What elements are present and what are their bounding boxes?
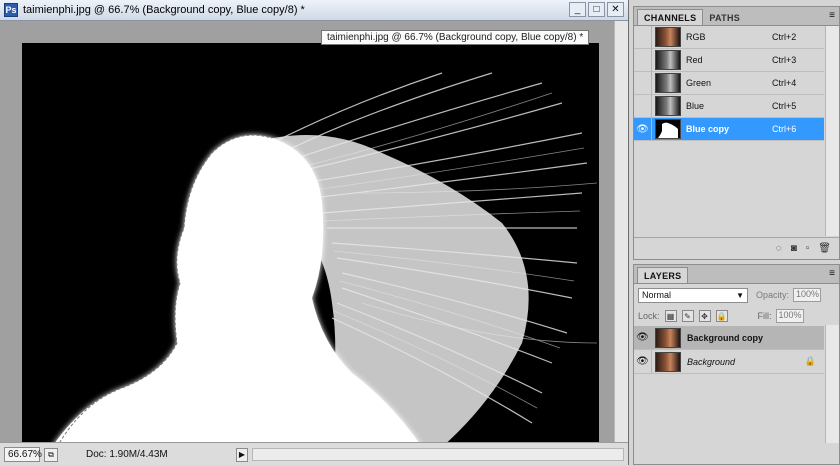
channel-row-rgb[interactable]: RGB Ctrl+2	[634, 25, 824, 49]
lock-row: Lock: ▦ ✎ ✥ 🔒 Fill: 100%	[634, 306, 839, 326]
fill-label: Fill:	[757, 311, 772, 321]
lock-all-icon[interactable]: 🔒	[715, 310, 728, 322]
channel-thumbnail	[655, 27, 681, 47]
blend-mode-select[interactable]: Normal ▼	[638, 287, 748, 303]
document-vertical-scrollbar[interactable]	[614, 21, 628, 442]
document-tooltip: taimienphi.jpg @ 66.7% (Background copy,…	[321, 30, 590, 45]
document-title: taimienphi.jpg @ 66.7% (Background copy,…	[23, 4, 305, 16]
chevron-down-icon: ▼	[736, 290, 744, 300]
visibility-toggle[interactable]	[634, 94, 652, 118]
blend-mode-value: Normal	[642, 290, 672, 300]
channel-thumbnail	[655, 73, 681, 93]
layer-thumbnail	[655, 327, 681, 348]
channel-row-blue-copy[interactable]: 👁 Blue copy Ctrl+6	[634, 117, 824, 141]
opacity-label: Opacity:	[756, 290, 790, 300]
channel-name: RGB	[686, 32, 706, 42]
layers-panel: LAYERS ≡ Normal ▼ Opacity: 100% Lock: ▦ …	[633, 264, 840, 465]
channel-thumbnail	[655, 119, 681, 139]
panel-menu-icon[interactable]: ≡	[829, 10, 835, 21]
visibility-toggle[interactable]	[634, 25, 652, 49]
document-window: Ps taimienphi.jpg @ 66.7% (Background co…	[0, 0, 629, 466]
maximize-button[interactable]: □	[588, 2, 605, 17]
channels-footer: ◌ ◙ ▫ 🗑	[634, 237, 839, 259]
doc-size-text: Doc: 1.90M/4.43M	[86, 449, 168, 460]
visibility-toggle[interactable]: 👁	[634, 350, 652, 373]
save-selection-icon[interactable]: ◙	[791, 243, 797, 254]
layer-name: Background copy	[687, 332, 764, 343]
status-bar: 66.67% ⧉ Doc: 1.90M/4.43M ▶	[0, 442, 628, 466]
lock-icon: 🔒	[804, 356, 816, 366]
image-canvas[interactable]	[22, 43, 599, 447]
hair-mask-image	[22, 43, 599, 447]
channel-name: Green	[686, 78, 712, 88]
minimize-button[interactable]: _	[569, 2, 586, 17]
canvas-area[interactable]	[0, 21, 628, 447]
channel-row-green[interactable]: Green Ctrl+4	[634, 71, 824, 95]
lock-image-icon[interactable]: ✎	[681, 310, 694, 322]
layers-scrollbar[interactable]	[825, 325, 839, 443]
channel-row-blue[interactable]: Blue Ctrl+5	[634, 94, 824, 118]
channel-name: Blue copy	[686, 124, 730, 134]
visibility-toggle[interactable]: 👁	[634, 326, 652, 349]
photoshop-icon: Ps	[4, 3, 18, 17]
channel-name: Red	[686, 55, 703, 65]
channels-tabbar: CHANNELS PATHS ≡	[634, 7, 839, 26]
tab-channels[interactable]: CHANNELS	[637, 9, 704, 25]
tab-layers[interactable]: LAYERS	[637, 267, 689, 283]
layer-thumbnail	[655, 351, 681, 372]
lock-transparent-icon[interactable]: ▦	[664, 310, 677, 322]
channel-shortcut: Ctrl+6	[772, 124, 797, 134]
blend-row: Normal ▼ Opacity: 100%	[634, 284, 839, 306]
channel-thumbnail	[655, 96, 681, 116]
close-button[interactable]: ✕	[607, 2, 624, 17]
status-arrow-icon[interactable]: ▶	[236, 447, 248, 462]
layer-row-background-copy[interactable]: 👁 Background copy	[634, 326, 824, 350]
layers-tabbar: LAYERS ≡	[634, 265, 839, 284]
visibility-toggle[interactable]	[634, 48, 652, 72]
channel-shortcut: Ctrl+4	[772, 78, 797, 88]
load-selection-icon[interactable]: ◌	[776, 243, 782, 254]
tab-paths[interactable]: PATHS	[703, 10, 746, 25]
channel-thumbnail	[655, 50, 681, 70]
visibility-toggle[interactable]: 👁	[634, 117, 652, 141]
document-titlebar[interactable]: Ps taimienphi.jpg @ 66.7% (Background co…	[0, 0, 628, 21]
channels-panel: CHANNELS PATHS ≡ RGB Ctrl+2 Red Ctrl+3 G…	[633, 6, 840, 260]
channel-shortcut: Ctrl+5	[772, 101, 797, 111]
opacity-field[interactable]: 100%	[793, 288, 822, 302]
channels-scrollbar[interactable]	[825, 26, 839, 236]
channel-name: Blue	[686, 101, 705, 111]
eye-icon: 👁	[636, 332, 649, 343]
delete-channel-icon[interactable]: 🗑	[818, 243, 831, 254]
status-options-icon[interactable]: ⧉	[44, 447, 58, 462]
layer-name: Background	[687, 356, 736, 367]
document-horizontal-scrollbar[interactable]	[252, 448, 624, 461]
lock-label: Lock:	[638, 311, 660, 321]
zoom-level-field[interactable]: 66.67%	[4, 447, 42, 462]
visibility-toggle[interactable]	[634, 71, 652, 95]
new-channel-icon[interactable]: ▫	[806, 243, 810, 254]
channel-row-red[interactable]: Red Ctrl+3	[634, 48, 824, 72]
eye-icon: 👁	[636, 123, 649, 135]
layer-row-background[interactable]: 👁 Background 🔒	[634, 350, 824, 374]
channel-shortcut: Ctrl+2	[772, 32, 797, 42]
channel-shortcut: Ctrl+3	[772, 55, 797, 65]
fill-field[interactable]: 100%	[775, 309, 804, 323]
lock-position-icon[interactable]: ✥	[698, 310, 711, 322]
panel-menu-icon[interactable]: ≡	[829, 268, 835, 279]
eye-icon: 👁	[636, 356, 649, 367]
